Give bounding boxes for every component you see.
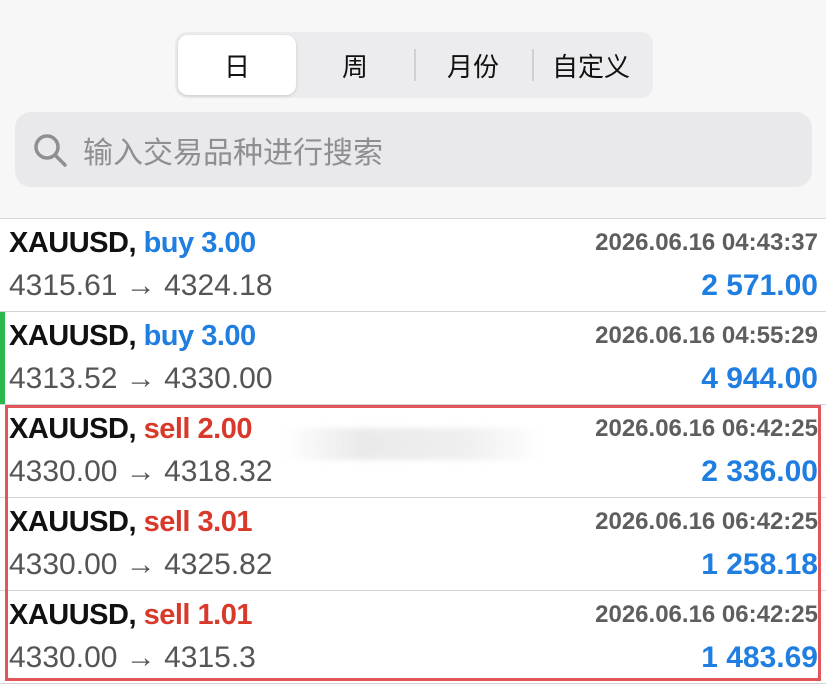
trade-symbol: XAUUSD, [9, 506, 137, 538]
trade-prices: 4330.00 → 4325.82 [9, 548, 273, 581]
trade-title: XAUUSD, sell 2.00 [9, 413, 252, 446]
trade-side: sell 3.01 [143, 506, 253, 538]
trade-prices: 4315.61 → 4324.18 [9, 269, 273, 302]
trade-time: 2026.06.16 04:43:37 [595, 229, 818, 256]
trade-profit: 1 258.18 [701, 548, 818, 581]
trade-symbol: XAUUSD, [9, 320, 137, 352]
trade-row[interactable]: XAUUSD, buy 3.00 2026.06.16 04:43:37 431… [0, 219, 826, 312]
trade-title: XAUUSD, buy 3.00 [9, 227, 256, 260]
trade-symbol: XAUUSD, [9, 227, 137, 259]
trade-time: 2026.06.16 06:42:25 [595, 415, 818, 442]
period-segmented-control: 日 周 月份 自定义 [175, 32, 653, 98]
trade-row[interactable]: XAUUSD, sell 3.01 2026.06.16 06:42:25 43… [0, 498, 826, 591]
trade-side: sell 1.01 [143, 599, 253, 631]
trade-title: XAUUSD, sell 1.01 [9, 599, 252, 632]
trade-row[interactable]: XAUUSD, sell 1.01 2026.06.16 06:42:25 43… [0, 591, 826, 684]
trade-row[interactable]: XAUUSD, buy 3.00 2026.06.16 04:55:29 431… [0, 312, 826, 405]
header-area: 日 周 月份 自定义 输入交易品种进行搜索 [0, 0, 826, 219]
trade-symbol: XAUUSD, [9, 599, 137, 631]
trade-title: XAUUSD, sell 3.01 [9, 506, 252, 539]
trade-time: 2026.06.16 04:55:29 [595, 322, 818, 349]
search-input[interactable]: 输入交易品种进行搜索 [15, 112, 812, 187]
trade-title: XAUUSD, buy 3.00 [9, 320, 256, 353]
tab-day[interactable]: 日 [178, 35, 296, 95]
trade-profit: 2 336.00 [701, 455, 818, 488]
trade-profit: 1 483.69 [701, 641, 818, 674]
tab-week[interactable]: 周 [296, 35, 414, 95]
trade-side: buy 3.00 [143, 227, 257, 259]
trade-symbol: XAUUSD, [9, 413, 137, 445]
trade-prices: 4330.00 → 4315.3 [9, 641, 256, 674]
trade-side: buy 3.00 [143, 320, 257, 352]
trade-prices: 4330.00 → 4318.32 [9, 455, 273, 488]
trade-side: sell 2.00 [143, 413, 253, 445]
tab-month[interactable]: 月份 [414, 35, 532, 95]
trade-prices: 4313.52 → 4330.00 [9, 362, 273, 395]
search-icon [34, 133, 67, 167]
trade-list: XAUUSD, buy 3.00 2026.06.16 04:43:37 431… [0, 219, 826, 684]
trade-profit: 4 944.00 [701, 362, 818, 395]
trade-row[interactable]: XAUUSD, sell 2.00 2026.06.16 06:42:25 43… [0, 405, 826, 498]
trade-time: 2026.06.16 06:42:25 [595, 508, 818, 535]
search-placeholder: 输入交易品种进行搜索 [83, 135, 383, 171]
tab-custom[interactable]: 自定义 [532, 35, 650, 95]
row-accent-bar [0, 312, 5, 404]
trade-time: 2026.06.16 06:42:25 [595, 601, 818, 628]
trade-profit: 2 571.00 [701, 269, 818, 302]
